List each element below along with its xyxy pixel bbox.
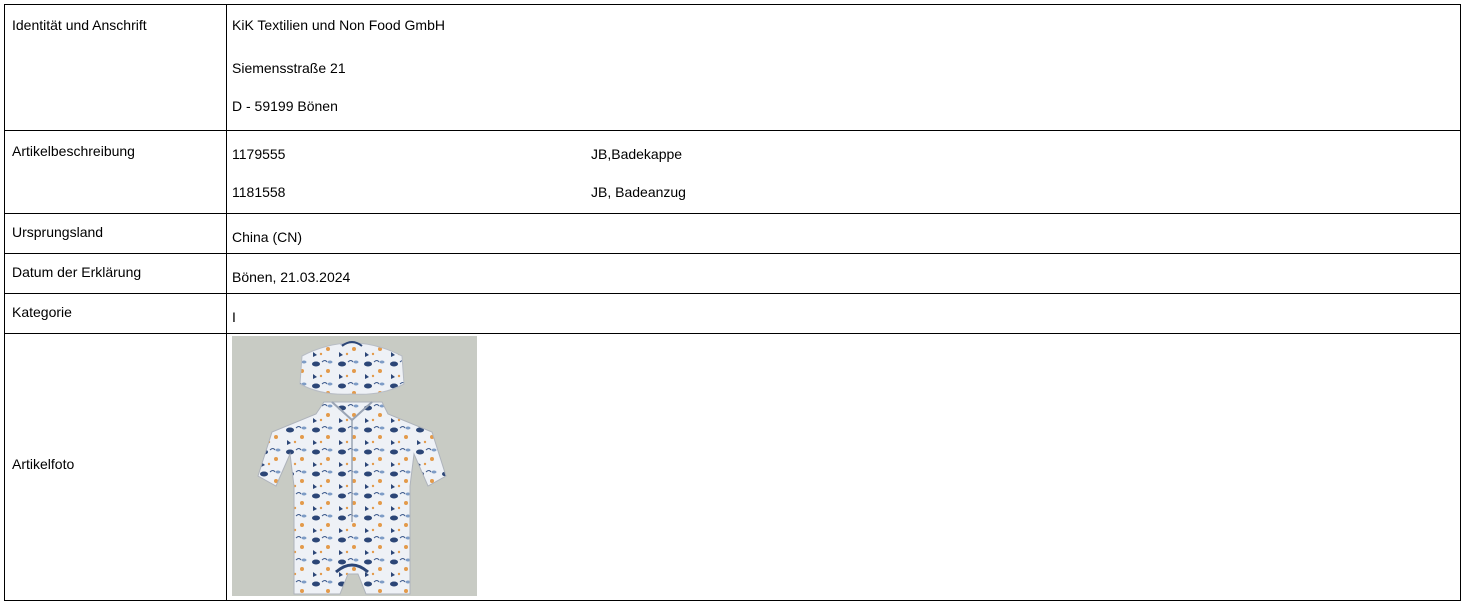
row-date: Datum der Erklärung Bönen, 21.03.2024 <box>5 254 1460 294</box>
swim-cap-illustration <box>299 341 405 395</box>
category-label: Kategorie <box>5 294 227 333</box>
postal-city: D - 59199 Bönen <box>232 98 338 114</box>
identity-value: KiK Textilien und Non Food GmbH Siemenss… <box>227 5 1460 130</box>
category-value: I <box>232 309 236 325</box>
date-label: Datum der Erklärung <box>5 254 227 293</box>
identity-label: Identität und Anschrift <box>5 5 227 130</box>
article-description: JB,Badekappe <box>591 146 683 162</box>
articles-value: 1179555 JB,Badekappe 1181558 JB, Badeanz… <box>227 131 1460 213</box>
date-value-cell: Bönen, 21.03.2024 <box>227 254 1460 293</box>
row-origin: Ursprungsland China (CN) <box>5 214 1460 254</box>
articles-label: Artikelbeschreibung <box>5 131 227 213</box>
row-articles: Artikelbeschreibung 1179555 JB,Badekappe… <box>5 131 1460 214</box>
article-description: JB, Badeanzug <box>591 184 686 200</box>
declaration-table: Identität und Anschrift KiK Textilien un… <box>4 4 1461 601</box>
category-value-cell: I <box>227 294 1460 333</box>
origin-value-cell: China (CN) <box>227 214 1460 253</box>
company-name: KiK Textilien und Non Food GmbH <box>232 17 445 33</box>
row-photo: Artikelfoto <box>5 334 1460 601</box>
article-photo <box>232 336 477 596</box>
date-value: Bönen, 21.03.2024 <box>232 269 351 285</box>
street-address: Siemensstraße 21 <box>232 60 346 76</box>
origin-label: Ursprungsland <box>5 214 227 253</box>
photo-cell <box>227 334 1460 600</box>
article-number: 1181558 <box>232 184 286 200</box>
row-identity: Identität und Anschrift KiK Textilien un… <box>5 5 1460 131</box>
row-category: Kategorie I <box>5 294 1460 334</box>
origin-value: China (CN) <box>232 229 303 245</box>
article-number: 1179555 <box>232 146 286 162</box>
photo-label: Artikelfoto <box>5 334 227 600</box>
